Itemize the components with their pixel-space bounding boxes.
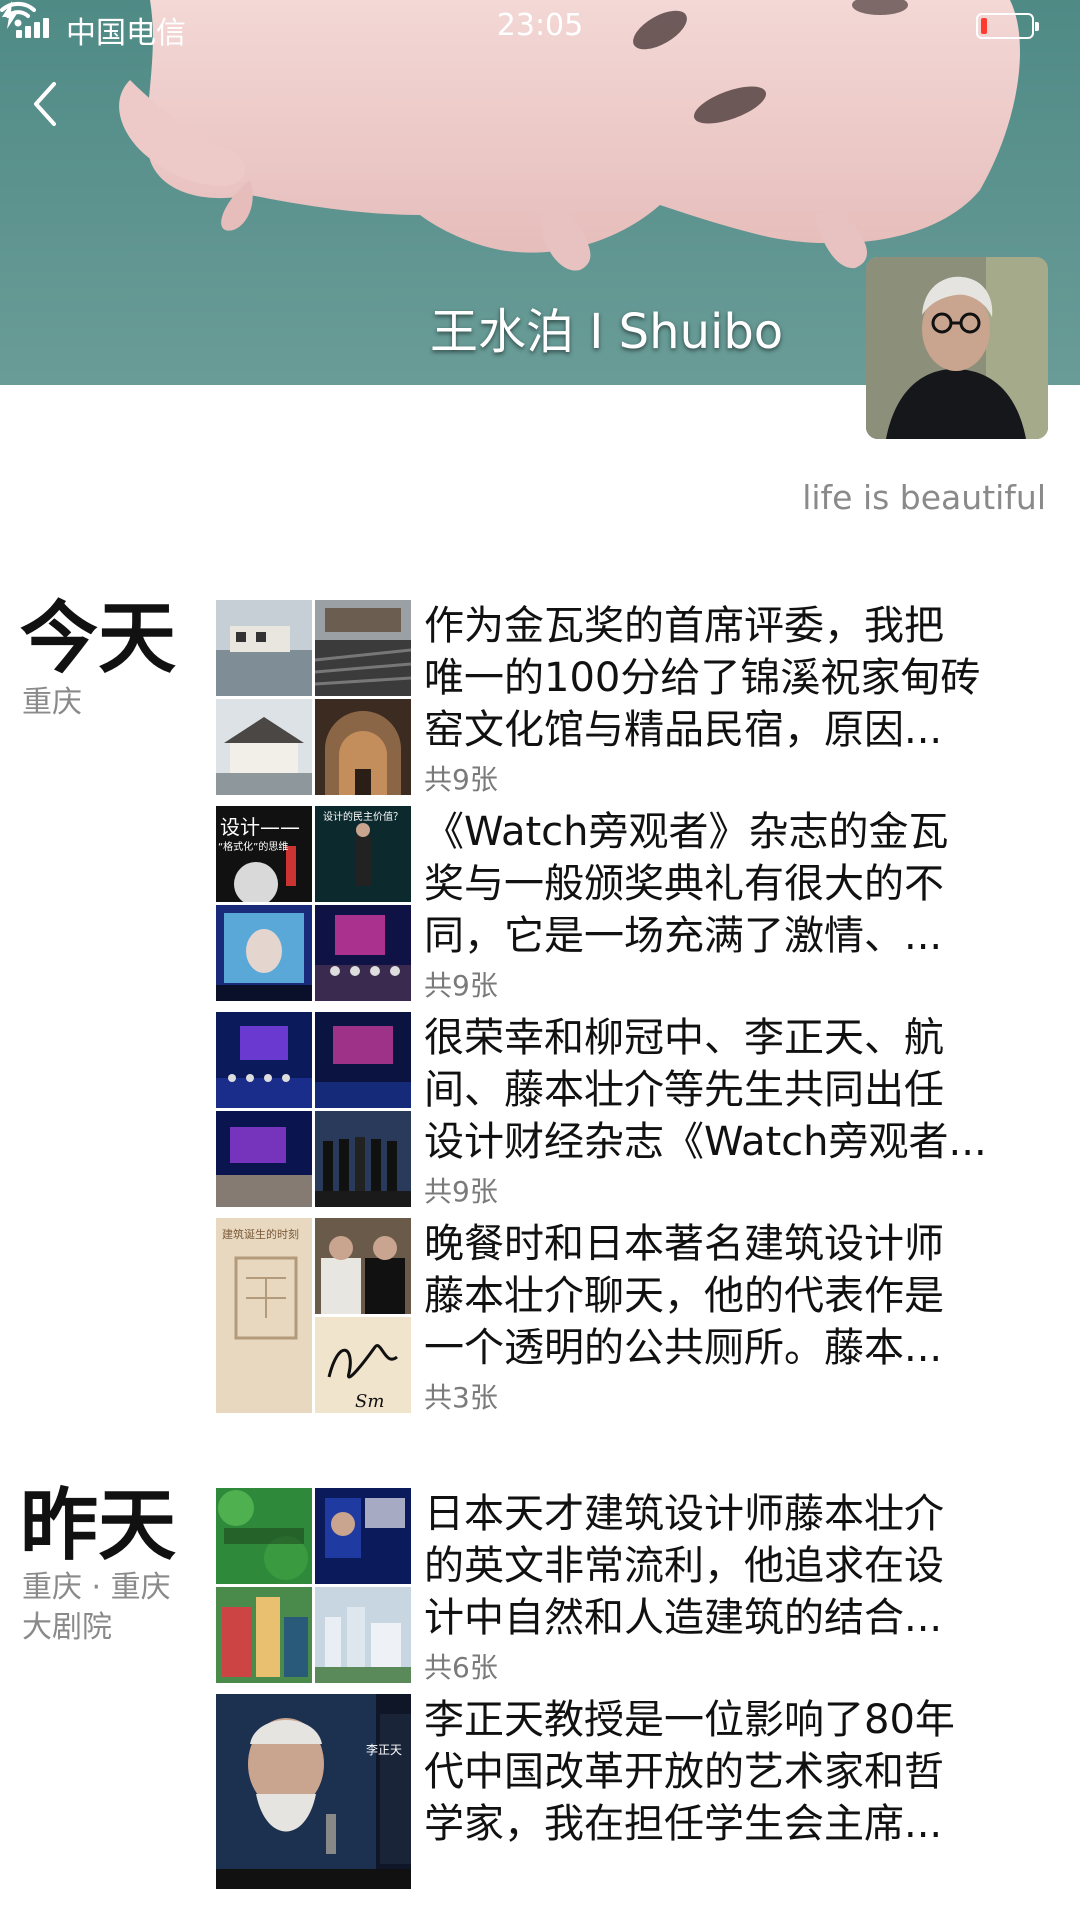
post-text: 李正天教授是一位影响了80年 代中国改革开放的艺术家和哲 学家，我在担任学生会主…	[424, 1697, 955, 1847]
post-thumbnails: 设计—— “格式化”的思维 设计的民主价值？	[216, 806, 411, 1001]
thumb-photo	[315, 1218, 411, 1314]
post-text: 日本天才建筑设计师藤本壮介 的英文非常流利，他追求在设 计中自然和人造建筑的结合…	[424, 1491, 944, 1641]
post-item[interactable]: 建筑诞生的时刻 Sm 晚餐时和日本著名建筑设计师 藤本壮介聊天，他的代表作是 一…	[216, 1218, 1016, 1414]
thumb-photo	[315, 1587, 411, 1683]
thumb-photo: 设计的民主价值？	[315, 806, 411, 902]
post-thumbnails: 建筑诞生的时刻 Sm	[216, 1218, 411, 1413]
thumb-photo: Sm	[315, 1317, 411, 1413]
thumb-photo: 李正天	[216, 1694, 411, 1889]
post-thumbnails	[216, 1488, 411, 1683]
thumb-photo	[216, 1012, 312, 1108]
thumb-poster-name: 李正天	[366, 1742, 402, 1757]
back-chevron-icon	[34, 82, 56, 126]
avatar[interactable]	[866, 257, 1048, 439]
thumb-photo	[315, 1012, 411, 1108]
battery-icon	[976, 13, 1039, 39]
profile-name: 王水泊 I Shuibo	[430, 304, 784, 360]
post-text: 很荣幸和柳冠中、李正天、航 间、藤本壮介等先生共同出任 设计财经杂志《Watch…	[424, 1015, 987, 1165]
thumb-photo	[315, 1111, 411, 1207]
thumb-photo: 建筑诞生的时刻	[216, 1218, 312, 1413]
post-item[interactable]: 设计—— “格式化”的思维 设计的民主价值？ 《Watch旁观者》杂志的金瓦 奖…	[216, 806, 1016, 1002]
photo-count: 共9张	[424, 969, 498, 1002]
thumb-photo	[216, 1111, 312, 1207]
avatar-portrait	[866, 257, 1048, 439]
photo-count: 共3张	[424, 1381, 498, 1414]
thumb-design-question: 设计的民主价值？	[323, 810, 403, 823]
post-item[interactable]: 李正天 李正天教授是一位影响了80年 代中国改革开放的艺术家和哲 学家，我在担任…	[216, 1694, 1016, 1889]
thumb-photo	[315, 905, 411, 1001]
thumb-photo	[216, 699, 312, 795]
post-thumbnails: 李正天	[216, 1694, 411, 1889]
photo-count: 共9张	[424, 1175, 498, 1208]
post-text: 晚餐时和日本著名建筑设计师 藤本壮介聊天，他的代表作是 一个透明的公共厕所。藤本…	[424, 1221, 944, 1371]
clock: 23:05	[496, 8, 584, 43]
thumb-photo	[216, 1488, 312, 1584]
signature: life is beautiful	[802, 478, 1046, 517]
post-item[interactable]: 很荣幸和柳冠中、李正天、航 间、藤本壮介等先生共同出任 设计财经杂志《Watch…	[216, 1012, 1016, 1208]
thumb-book-title: 建筑诞生的时刻	[222, 1227, 299, 1241]
thumb-photo	[315, 699, 411, 795]
thumb-design-subtitle: “格式化”的思维	[218, 840, 288, 853]
thumb-photo	[315, 600, 411, 696]
post-thumbnails	[216, 600, 411, 795]
thumb-design-title: 设计——	[220, 815, 300, 839]
back-button[interactable]	[30, 80, 90, 140]
post-thumbnails	[216, 1012, 411, 1207]
post-text: 《Watch旁观者》杂志的金瓦 奖与一般颁奖典礼有很大的不 同，它是一场充满了激…	[424, 809, 949, 959]
day-label-yesterday: 昨天	[20, 1481, 177, 1571]
post-item[interactable]: 日本天才建筑设计师藤本壮介 的英文非常流利，他追求在设 计中自然和人造建筑的结合…	[216, 1488, 1016, 1684]
day-location-today: 重庆	[22, 685, 82, 720]
thumb-photo	[216, 905, 312, 1001]
thumb-photo: 设计—— “格式化”的思维	[216, 806, 312, 902]
thumb-photo	[216, 600, 312, 696]
charging-icon	[2, 1, 18, 29]
day-label-today: 今天	[20, 594, 177, 684]
thumb-photo	[216, 1587, 312, 1683]
status-bar: 中国电信 23:05	[0, 0, 1080, 54]
photo-count: 共6张	[424, 1651, 498, 1684]
post-item[interactable]: 作为金瓦奖的首席评委，我把 唯一的100分给了锦溪祝家甸砖 窑文化馆与精品民宿，…	[216, 600, 1016, 796]
thumb-photo	[315, 1488, 411, 1584]
day-location-yesterday: 重庆 · 重庆 大剧院	[22, 1570, 171, 1645]
thumb-sign-name: Sm	[355, 1391, 384, 1412]
photo-count: 共9张	[424, 763, 498, 796]
post-text: 作为金瓦奖的首席评委，我把 唯一的100分给了锦溪祝家甸砖 窑文化馆与精品民宿，…	[424, 603, 981, 753]
